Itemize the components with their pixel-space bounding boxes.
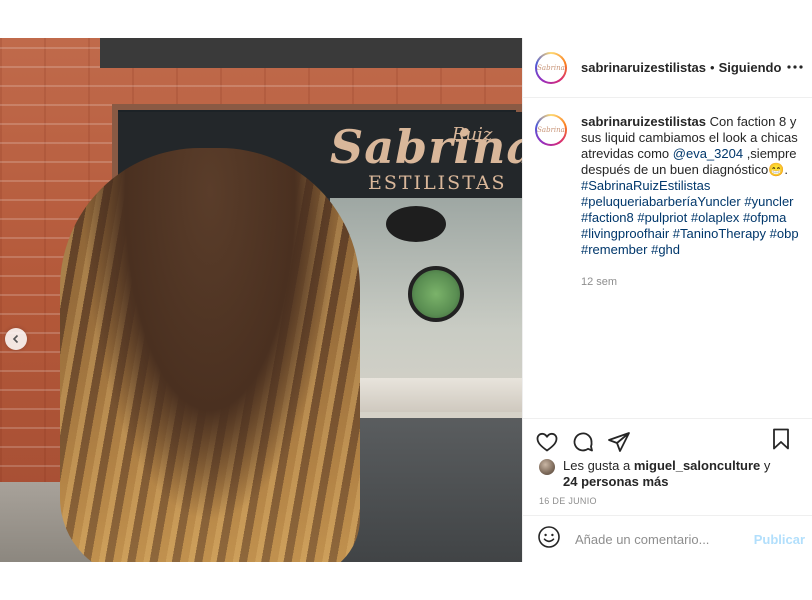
caption-avatar[interactable]: Sabrina	[535, 114, 567, 146]
heart-icon[interactable]	[535, 430, 559, 454]
sign-brand-small: Ruiz	[452, 124, 493, 145]
likes-connector: y	[760, 458, 771, 473]
following-button[interactable]: Siguiendo	[719, 60, 782, 75]
emoji: 😁	[768, 162, 785, 177]
salon-logo-icon: Sabrina	[537, 126, 565, 134]
post-header: Sabrina sabrinaruizestilistas • Siguiend…	[523, 38, 812, 98]
smiley-icon[interactable]	[537, 525, 561, 554]
caption-username[interactable]: sabrinaruizestilistas	[581, 114, 706, 129]
likes-others[interactable]: 24 personas más	[563, 474, 669, 489]
wavy-balayage-hair	[60, 148, 360, 562]
send-icon[interactable]	[607, 430, 631, 454]
comment-icon[interactable]	[571, 430, 595, 454]
comment-input[interactable]	[575, 531, 754, 547]
more-horizontal-icon[interactable]	[787, 56, 803, 74]
caption-time[interactable]: 12 sem	[581, 274, 805, 290]
publish-button[interactable]: Publicar	[754, 532, 805, 547]
round-mirror	[408, 266, 464, 322]
liker-avatar[interactable]	[539, 459, 555, 475]
sign-subtitle: ESTILISTAS	[368, 172, 507, 194]
likes-summary: Les gusta a miguel_salonculture y 24 per…	[539, 458, 801, 490]
chevron-left-icon[interactable]	[5, 328, 27, 350]
likes-text: Les gusta a miguel_salonculture y 24 per…	[563, 458, 770, 490]
hashtag-link[interactable]: #pulpriot	[637, 210, 687, 225]
hashtag-link[interactable]: #livingproofhair	[581, 226, 669, 241]
comment-bar: Publicar	[523, 515, 812, 562]
hashtag-link[interactable]: #ghd	[651, 242, 680, 257]
caption-mention[interactable]: @eva_3204	[673, 146, 743, 161]
post-caption: Sabrina sabrinaruizestilistas Con factio…	[535, 114, 805, 290]
action-bar	[523, 418, 812, 458]
hashtag-link[interactable]: #ofpma	[743, 210, 786, 225]
hashtag-link[interactable]: #remember	[581, 242, 647, 257]
caption-hashtags: #SabrinaRuizEstilistas #peluqueriabarber…	[581, 178, 799, 257]
storefront-frame	[100, 38, 522, 68]
post-date[interactable]: 16 DE JUNIO	[539, 496, 597, 506]
avatar[interactable]: Sabrina	[535, 51, 567, 84]
header-separator: •	[710, 60, 715, 75]
bookmark-icon[interactable]	[769, 427, 793, 451]
salon-logo-icon: Sabrina	[537, 63, 565, 72]
caption-end: .	[784, 162, 789, 177]
hashtag-link[interactable]: #faction8	[581, 210, 634, 225]
hashtag-link[interactable]: #peluqueriabarberíaYuncler	[581, 194, 741, 209]
hashtag-link[interactable]: #yuncler	[744, 194, 793, 209]
header-username[interactable]: sabrinaruizestilistas	[581, 60, 706, 75]
liker-username[interactable]: miguel_salonculture	[634, 458, 760, 473]
pulpriot-logo	[386, 206, 446, 242]
product-shelf	[332, 378, 522, 412]
likes-prefix: Les gusta a	[563, 458, 634, 473]
hashtag-link[interactable]: #obp	[770, 226, 799, 241]
post-photo[interactable]: Sabrina Ruiz ESTILISTAS	[0, 38, 522, 562]
caption-text: sabrinaruizestilistas Con faction 8 y su…	[581, 114, 805, 258]
post-details-panel: Sabrina sabrinaruizestilistas • Siguiend…	[522, 38, 812, 562]
hashtag-link[interactable]: #SabrinaRuizEstilistas	[581, 178, 710, 193]
sign-brand: Sabrina	[330, 120, 522, 174]
hashtag-link[interactable]: #olaplex	[691, 210, 739, 225]
hashtag-link[interactable]: #TaninoTherapy	[673, 226, 766, 241]
